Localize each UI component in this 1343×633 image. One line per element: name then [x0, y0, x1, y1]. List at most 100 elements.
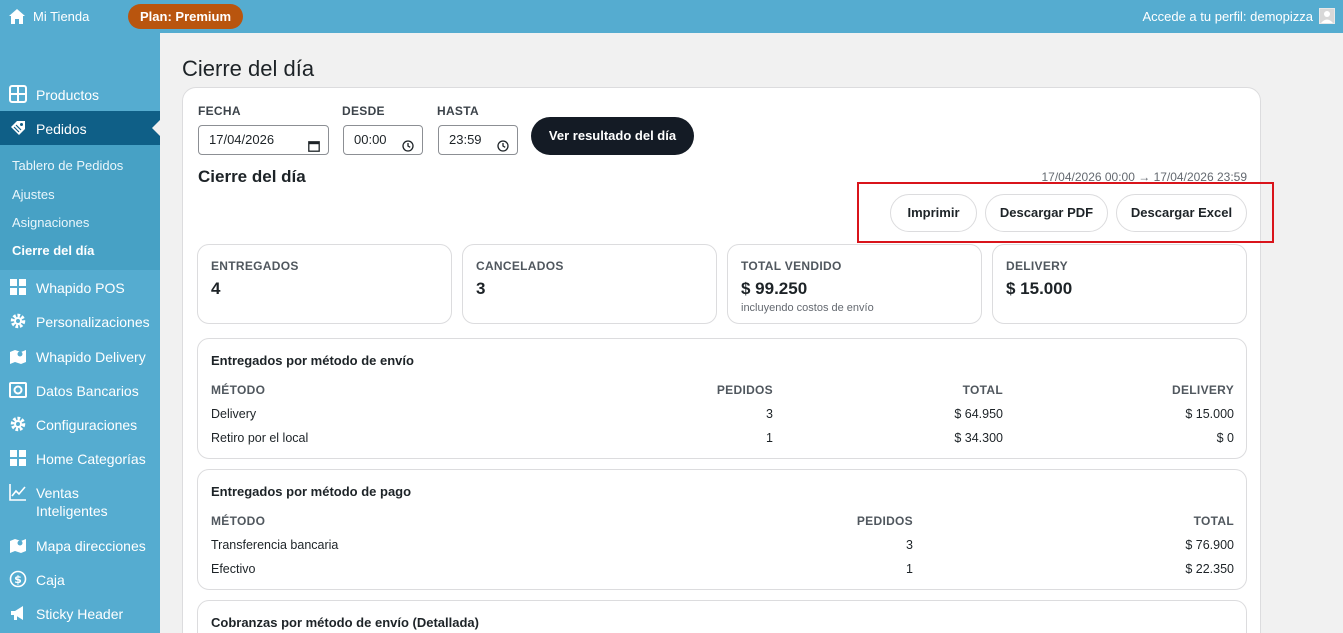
submenu-item-cierre-del-dia[interactable]: Cierre del día — [12, 243, 94, 258]
hasta-time-input[interactable]: 23:59 — [438, 125, 518, 155]
pedidos-submenu: Tablero de Pedidos Ajustes Asignaciones … — [0, 145, 160, 270]
stat-note: incluyendo costos de envío — [741, 302, 874, 314]
chart-icon — [9, 483, 27, 501]
calendar-icon[interactable] — [308, 134, 320, 152]
column-header-total: TOTAL — [1193, 514, 1234, 528]
vault-icon — [9, 381, 27, 399]
stat-value: 4 — [211, 279, 221, 298]
stat-label: TOTAL VENDIDO — [741, 259, 842, 273]
fecha-value: 17/04/2026 — [209, 132, 275, 147]
table-title: Entregados por método de envío — [211, 353, 414, 368]
sidebar-item-label: Whapido Delivery — [36, 349, 146, 365]
table-cell: 3 — [906, 538, 913, 552]
sidebar-item-home-categorias[interactable]: Home Categorías — [0, 441, 160, 475]
sidebar-item-sticky-header[interactable]: Sticky Header — [0, 596, 160, 630]
sidebar-item-label: Whapido POS — [36, 280, 125, 296]
table-cell: Efectivo — [211, 562, 256, 576]
site-name-link[interactable]: Mi Tienda — [33, 9, 89, 24]
table-title: Cobranzas por método de envío (Detallada… — [211, 615, 479, 630]
map-icon — [9, 536, 27, 554]
stat-label: ENTREGADOS — [211, 259, 299, 273]
table-cell: $ 76.900 — [1185, 538, 1234, 552]
sidebar-item-pedidos[interactable]: Pedidos — [0, 111, 160, 145]
stat-card-cancelados: CANCELADOS 3 — [462, 244, 717, 324]
plan-badge[interactable]: Plan: Premium — [128, 4, 244, 29]
shipping-method-table: Entregados por método de envío MÉTODO PE… — [197, 338, 1247, 459]
print-button[interactable]: Imprimir — [890, 194, 977, 232]
table-title: Entregados por método de pago — [211, 484, 412, 499]
sidebar-item-whapido-pos[interactable]: Whapido POS — [0, 270, 160, 304]
submenu-item-asignaciones[interactable]: Asignaciones — [12, 215, 89, 230]
sidebar-item-label: Personalizaciones — [36, 314, 150, 330]
desde-time-input[interactable]: 00:00 — [343, 125, 423, 155]
clock-icon[interactable] — [497, 134, 509, 152]
admin-top-bar: Mi Tienda Plan: Premium Accede a tu perf… — [0, 0, 1343, 33]
sidebar-item-ventas-inteligentes[interactable]: Ventas Inteligentes — [0, 475, 160, 527]
dashboard-icon — [9, 278, 27, 296]
desde-value: 00:00 — [354, 132, 387, 147]
dashboard-icon — [9, 449, 27, 467]
sidebar-item-caja[interactable]: $ Caja — [0, 562, 160, 596]
tag-icon — [9, 119, 27, 137]
grid-icon — [9, 85, 27, 103]
download-pdf-button[interactable]: Descargar PDF — [985, 194, 1108, 232]
table-cell: Retiro por el local — [211, 431, 309, 445]
sidebar-item-label: Pedidos — [36, 121, 87, 137]
table-cell: Delivery — [211, 407, 257, 421]
clock-icon[interactable] — [402, 134, 414, 152]
sidebar-item-label: Caja — [36, 572, 65, 588]
megaphone-icon — [9, 604, 27, 622]
submenu-item-ajustes[interactable]: Ajustes — [12, 187, 55, 202]
sidebar-item-label: Productos — [36, 87, 100, 103]
download-excel-button[interactable]: Descargar Excel — [1116, 194, 1247, 232]
column-header-metodo: MÉTODO — [211, 383, 266, 397]
table-cell: $ 34.300 — [954, 431, 1003, 445]
sidebar-item-label-line2: Inteligentes — [36, 503, 108, 519]
dollar-icon: $ — [9, 570, 27, 588]
table-cell: $ 22.350 — [1185, 562, 1234, 576]
home-icon[interactable] — [8, 8, 26, 25]
column-header-delivery: DELIVERY — [1172, 383, 1234, 397]
section-title: Cierre del día — [198, 167, 306, 186]
stat-value: 3 — [476, 279, 486, 298]
table-cell: $ 0 — [1216, 431, 1234, 445]
fecha-date-input[interactable]: 17/04/2026 — [198, 125, 329, 155]
table-cell: $ 64.950 — [954, 407, 1003, 421]
column-header-pedidos: PEDIDOS — [716, 383, 773, 397]
stat-card-entregados: ENTREGADOS 4 — [197, 244, 452, 324]
ver-resultado-button[interactable]: Ver resultado del día — [531, 117, 694, 155]
svg-text:$: $ — [14, 573, 22, 586]
sidebar-item-whapido-delivery[interactable]: Whapido Delivery — [0, 339, 160, 373]
column-header-metodo: MÉTODO — [211, 514, 266, 528]
sidebar-item-productos[interactable]: Productos — [0, 77, 160, 111]
table-cell: $ 15.000 — [1185, 407, 1234, 421]
gear-icon — [9, 312, 27, 330]
sidebar-item-mapa-direcciones[interactable]: Mapa direcciones — [0, 528, 160, 562]
stat-card-delivery: DELIVERY $ 15.000 — [992, 244, 1247, 324]
sidebar-item-configuraciones[interactable]: Configuraciones — [0, 407, 160, 441]
sidebar: Productos Pedidos Tablero de Pedidos Aju… — [0, 33, 160, 633]
sidebar-item-personalizaciones[interactable]: Personalizaciones — [0, 304, 160, 338]
sidebar-item-label: Home Categorías — [36, 451, 146, 467]
stat-value: $ 15.000 — [1006, 279, 1073, 298]
stat-label: CANCELADOS — [476, 259, 564, 273]
column-header-total: TOTAL — [962, 383, 1003, 397]
hasta-label: HASTA — [437, 104, 479, 118]
column-header-pedidos: PEDIDOS — [856, 514, 913, 528]
sidebar-item-label: Configuraciones — [36, 417, 138, 433]
stat-card-total-vendido: TOTAL VENDIDO $ 99.250 incluyendo costos… — [727, 244, 982, 324]
sidebar-item-datos-bancarios[interactable]: Datos Bancarios — [0, 373, 160, 407]
gear-icon — [9, 415, 27, 433]
sidebar-item-label: Mapa direcciones — [36, 538, 146, 554]
table-cell: 3 — [766, 407, 773, 421]
submenu-item-tablero[interactable]: Tablero de Pedidos — [12, 158, 123, 173]
table-cell: 1 — [766, 431, 773, 445]
sidebar-item-label: Datos Bancarios — [36, 383, 139, 399]
map-icon — [9, 347, 27, 365]
avatar[interactable] — [1319, 8, 1335, 24]
table-cell: Transferencia bancaria — [211, 538, 339, 552]
payment-method-table: Entregados por método de pago MÉTODO PED… — [197, 469, 1247, 590]
sidebar-item-label: Ventas — [36, 485, 79, 501]
profile-link[interactable]: Accede a tu perfil: demopizza — [1142, 9, 1313, 24]
stat-value: $ 99.250 — [741, 279, 808, 298]
